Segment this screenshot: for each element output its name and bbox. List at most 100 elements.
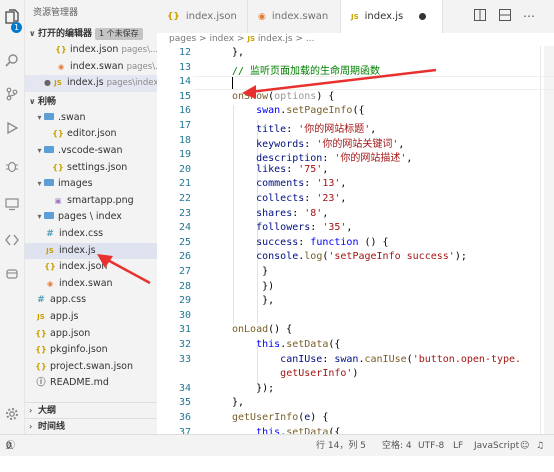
overview-ruler: [540, 46, 541, 434]
code-line[interactable]: this.setData({: [232, 427, 340, 434]
code-line[interactable]: likes: '75',: [232, 164, 328, 175]
tree-file[interactable]: # index.css: [25, 226, 157, 243]
split-editor-icon[interactable]: [473, 9, 487, 23]
language-mode[interactable]: JavaScript: [474, 435, 519, 457]
tree-file[interactable]: {} pkginfo.json: [25, 342, 157, 359]
breadcrumb-pages[interactable]: pages: [169, 34, 196, 44]
code-line[interactable]: collects: '23',: [232, 193, 346, 204]
code-line[interactable]: getUserInfo(e) {: [232, 412, 328, 423]
line-number: 37: [178, 426, 191, 434]
bug-icon[interactable]: [4, 158, 20, 174]
tree-file[interactable]: ⓘ README.md: [25, 375, 157, 392]
tree-file-selected[interactable]: JS index.js: [25, 242, 157, 260]
project-header[interactable]: ∨ 利畅: [25, 94, 157, 110]
outline-header[interactable]: › 大纲: [25, 403, 157, 419]
breadcrumb-separator: >: [295, 34, 304, 44]
indentation[interactable]: 空格: 4: [382, 435, 412, 457]
unsaved-dot-icon[interactable]: [419, 12, 427, 20]
tree-file[interactable]: {} index.json: [25, 259, 157, 276]
code-line[interactable]: keywords: '你的网站关键词',: [232, 135, 404, 150]
encoding[interactable]: UTF-8: [418, 435, 444, 457]
tree-folder[interactable]: ▾ images: [25, 176, 157, 193]
code-line[interactable]: }): [232, 281, 274, 292]
code-line[interactable]: comments: '13',: [232, 178, 346, 189]
code-line[interactable]: success: function () {: [232, 237, 388, 248]
code-line[interactable]: console.log('setPageInfo success');: [232, 251, 467, 262]
tree-folder[interactable]: ▾ .swan: [25, 110, 157, 127]
code-line[interactable]: }: [232, 266, 268, 277]
tree-file[interactable]: {} editor.json: [25, 126, 157, 143]
end-of-line[interactable]: LF: [453, 435, 463, 457]
tree-label: pages \ index: [58, 211, 122, 223]
tree-label: settings.json: [67, 161, 128, 173]
breadcrumb-index[interactable]: index: [209, 34, 234, 44]
code-line[interactable]: followers: '35',: [232, 222, 352, 233]
code-line[interactable]: title: '你的网站标题',: [232, 120, 376, 135]
outline-title: 大纲: [38, 406, 57, 416]
code-line[interactable]: this.setData({: [232, 339, 340, 350]
timeline-header[interactable]: › 时间线: [25, 419, 157, 434]
tree-label: smartapp.png: [67, 194, 134, 206]
open-editor-item[interactable]: ◉ index.swanpages\...: [25, 59, 157, 76]
code-line[interactable]: onShow(options) {: [232, 91, 334, 102]
tree-file[interactable]: # app.css: [25, 292, 157, 309]
json-file-icon: {}: [44, 262, 56, 272]
code-line[interactable]: },: [232, 397, 244, 408]
code-line[interactable]: },: [232, 295, 274, 306]
open-editors-title: 打开的编辑器: [38, 29, 93, 39]
tree-folder[interactable]: ▾ .vscode-swan: [25, 143, 157, 160]
breadcrumb: pages > index > JS index.js > ...: [157, 33, 554, 46]
tree-label: index.js: [59, 244, 96, 256]
cursor-position[interactable]: 行 14，列 5: [316, 435, 366, 457]
code-line[interactable]: onLoad() {: [232, 324, 292, 335]
tree-label: index.swan: [59, 277, 113, 289]
extensions-icon[interactable]: [4, 232, 20, 248]
breadcrumb-more[interactable]: ...: [306, 34, 315, 44]
notifications-bell-icon[interactable]: ♫: [536, 435, 544, 457]
source-control-icon[interactable]: [4, 86, 20, 102]
layout-icon[interactable]: [498, 9, 512, 23]
tree-file[interactable]: {} project.swan.json: [25, 359, 157, 376]
json-file-icon: {}: [35, 345, 47, 355]
code-line[interactable]: shares: '8',: [232, 208, 328, 219]
folder-icon: [44, 112, 54, 120]
feedback-icon[interactable]: ☺: [520, 435, 529, 457]
tree-file[interactable]: ▣ smartapp.png: [25, 193, 157, 210]
package-icon[interactable]: [4, 266, 20, 282]
unsaved-badge: 1 个未保存: [95, 28, 143, 40]
code-line[interactable]: // 监听页面加载的生命周期函数: [232, 62, 380, 77]
tree-folder[interactable]: ▾ pages \ index: [25, 209, 157, 226]
explorer-sidebar: 资源管理器 ∨ 打开的编辑器 1 个未保存 {} index.json pages\..…: [25, 0, 157, 434]
code-line[interactable]: getUserInfo'): [232, 368, 358, 379]
code-line[interactable]: },: [232, 47, 244, 58]
open-editor-item[interactable]: {} index.json pages\...: [25, 42, 157, 59]
tree-file[interactable]: {} app.json: [25, 326, 157, 343]
line-number: 34: [178, 382, 191, 394]
code-editor[interactable]: 12}, 13 // 监听页面加载的生命周期函数 14 15 onShow(options…: [157, 46, 554, 434]
open-editors-header[interactable]: ∨ 打开的编辑器 1 个未保存: [25, 26, 157, 42]
code-line[interactable]: description: '你的网站描述',: [232, 149, 412, 164]
code-line[interactable]: canIUse: swan.canIUse('button.open-type.: [232, 354, 521, 365]
tree-file[interactable]: ◉ index.swan: [25, 276, 157, 293]
tree-file[interactable]: {} settings.json: [25, 160, 157, 177]
window-bottom-strip: [0, 456, 554, 472]
chevron-down-icon: ∨: [29, 96, 36, 106]
settings-gear-icon[interactable]: [4, 406, 20, 422]
code-line[interactable]: swan.setPageInfo({: [232, 105, 364, 116]
tab-index-swan[interactable]: ◉ index.swan: [248, 0, 341, 33]
line-number: 15: [178, 90, 191, 102]
more-actions-icon[interactable]: ⋯: [522, 9, 536, 23]
tree-file[interactable]: JS app.js: [25, 309, 157, 326]
vertical-scrollbar[interactable]: [544, 46, 554, 434]
search-icon[interactable]: [4, 52, 20, 68]
line-number: 29: [178, 295, 191, 307]
tab-index-json[interactable]: {} index.json: [157, 0, 248, 33]
current-line-highlight: [193, 76, 554, 91]
debug-icon[interactable]: [4, 120, 20, 136]
breadcrumb-file[interactable]: index.js: [258, 34, 293, 44]
open-editor-item-active[interactable]: ● JS index.js pages\index: [25, 75, 157, 92]
dirty-dot-icon[interactable]: ●: [44, 75, 52, 92]
code-line[interactable]: });: [232, 383, 274, 394]
monitor-icon[interactable]: [4, 196, 20, 212]
tab-index-js[interactable]: JS index.js: [341, 0, 443, 33]
